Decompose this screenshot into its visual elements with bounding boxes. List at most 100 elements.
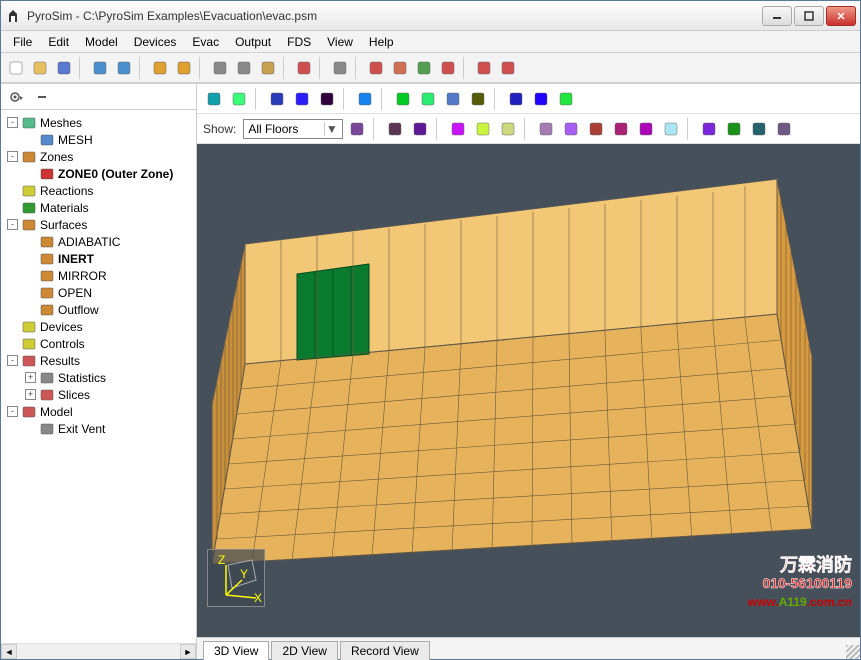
collapse-icon[interactable] bbox=[31, 86, 53, 108]
tab-3d-view[interactable]: 3D View bbox=[203, 641, 269, 660]
tree-item-inert[interactable]: INERT bbox=[3, 250, 194, 267]
target1-icon[interactable] bbox=[505, 88, 527, 110]
menu-help[interactable]: Help bbox=[361, 33, 402, 51]
book-icon[interactable] bbox=[748, 118, 770, 140]
expand-icon[interactable]: - bbox=[7, 117, 18, 128]
tree-item-exit-vent[interactable]: Exit Vent bbox=[3, 420, 194, 437]
tree-item-slices[interactable]: +Slices bbox=[3, 386, 194, 403]
resize-grip[interactable] bbox=[846, 645, 860, 659]
minimize-button[interactable] bbox=[762, 6, 792, 26]
shade3-icon[interactable] bbox=[316, 88, 338, 110]
persp-icon[interactable] bbox=[203, 88, 225, 110]
tree-item-adiabatic[interactable]: ADIABATIC bbox=[3, 233, 194, 250]
tool1-icon[interactable] bbox=[535, 118, 557, 140]
navigation-tree[interactable]: -MeshesMESH-ZonesZONE0 (Outer Zone)React… bbox=[1, 110, 196, 643]
grid2-icon[interactable] bbox=[698, 118, 720, 140]
tree-item-mirror[interactable]: MIRROR bbox=[3, 267, 194, 284]
menu-view[interactable]: View bbox=[319, 33, 361, 51]
save-icon[interactable] bbox=[53, 57, 75, 79]
arrow-icon[interactable] bbox=[354, 88, 376, 110]
scroll-right-icon[interactable]: ► bbox=[180, 644, 196, 659]
separator bbox=[463, 57, 469, 79]
ab-icon[interactable] bbox=[773, 118, 795, 140]
shade2-icon[interactable] bbox=[291, 88, 313, 110]
3d-viewport[interactable]: Z X Y 万霖消防 010-56100119 www.A119.com.cn bbox=[197, 144, 860, 637]
shade1-icon[interactable] bbox=[266, 88, 288, 110]
target3-icon[interactable] bbox=[555, 88, 577, 110]
delete-icon[interactable] bbox=[293, 57, 315, 79]
gear-dropdown-icon[interactable] bbox=[5, 86, 27, 108]
tree-item-results[interactable]: -Results bbox=[3, 352, 194, 369]
menu-devices[interactable]: Devices bbox=[126, 33, 185, 51]
plus-icon[interactable] bbox=[442, 88, 464, 110]
tree-item-meshes[interactable]: -Meshes bbox=[3, 114, 194, 131]
tree-item-model[interactable]: -Model bbox=[3, 403, 194, 420]
cube-a-icon[interactable] bbox=[365, 57, 387, 79]
tool4-icon[interactable] bbox=[610, 118, 632, 140]
color1-icon[interactable] bbox=[384, 118, 406, 140]
floor-selector[interactable]: All Floors ▼ bbox=[243, 119, 343, 139]
copy-icon[interactable] bbox=[233, 57, 255, 79]
box3-icon[interactable] bbox=[497, 118, 519, 140]
tree-item-controls[interactable]: Controls bbox=[3, 335, 194, 352]
box1-icon[interactable] bbox=[447, 118, 469, 140]
tree-item-outflow[interactable]: Outflow bbox=[3, 301, 194, 318]
grid1-icon[interactable] bbox=[346, 118, 368, 140]
menu-file[interactable]: File bbox=[5, 33, 40, 51]
box-icon[interactable] bbox=[329, 57, 351, 79]
tree-item-surfaces[interactable]: -Surfaces bbox=[3, 216, 194, 233]
tree-item-zone0-outer-zone-[interactable]: ZONE0 (Outer Zone) bbox=[3, 165, 194, 182]
expand-icon[interactable]: - bbox=[7, 406, 18, 417]
box2-icon[interactable] bbox=[472, 118, 494, 140]
import-icon[interactable] bbox=[89, 57, 111, 79]
walk-icon[interactable] bbox=[417, 88, 439, 110]
maximize-button[interactable] bbox=[794, 6, 824, 26]
cube-b-icon[interactable] bbox=[389, 57, 411, 79]
new-doc-icon[interactable] bbox=[5, 57, 27, 79]
redo-icon[interactable] bbox=[173, 57, 195, 79]
tool6-icon[interactable] bbox=[660, 118, 682, 140]
tree-item-open[interactable]: OPEN bbox=[3, 284, 194, 301]
export-icon[interactable] bbox=[113, 57, 135, 79]
menu-fds[interactable]: FDS bbox=[279, 33, 319, 51]
tree-item-mesh[interactable]: MESH bbox=[3, 131, 194, 148]
mesh-a-icon[interactable] bbox=[413, 57, 435, 79]
expand-icon[interactable]: - bbox=[7, 151, 18, 162]
cut-icon[interactable] bbox=[209, 57, 231, 79]
tab-2d-view[interactable]: 2D View bbox=[271, 641, 337, 660]
tree-item-reactions[interactable]: Reactions bbox=[3, 182, 194, 199]
shape-b-icon[interactable] bbox=[497, 57, 519, 79]
close-button[interactable] bbox=[826, 6, 856, 26]
menu-evac[interactable]: Evac bbox=[184, 33, 227, 51]
tool5-icon[interactable] bbox=[635, 118, 657, 140]
expand-icon[interactable]: + bbox=[25, 372, 36, 383]
shape-a-icon[interactable] bbox=[473, 57, 495, 79]
tab-record-view[interactable]: Record View bbox=[340, 641, 430, 660]
scroll-left-icon[interactable]: ◄ bbox=[1, 644, 17, 659]
tool3-icon[interactable] bbox=[585, 118, 607, 140]
expand-icon[interactable]: + bbox=[25, 389, 36, 400]
tree-item-statistics[interactable]: +Statistics bbox=[3, 369, 194, 386]
menu-edit[interactable]: Edit bbox=[40, 33, 77, 51]
tree-item-materials[interactable]: Materials bbox=[3, 199, 194, 216]
123-icon[interactable] bbox=[723, 118, 745, 140]
orbit-icon[interactable] bbox=[392, 88, 414, 110]
scroll-track[interactable] bbox=[17, 644, 180, 659]
zoom-icon[interactable] bbox=[467, 88, 489, 110]
open-folder-icon[interactable] bbox=[29, 57, 51, 79]
paste-icon[interactable] bbox=[257, 57, 279, 79]
undo-icon[interactable] bbox=[149, 57, 171, 79]
color2-icon[interactable] bbox=[409, 118, 431, 140]
menu-model[interactable]: Model bbox=[77, 33, 126, 51]
tree-item-zones[interactable]: -Zones bbox=[3, 148, 194, 165]
tool2-icon[interactable] bbox=[560, 118, 582, 140]
axis-gizmo[interactable]: Z X Y bbox=[207, 549, 265, 607]
expand-icon[interactable]: - bbox=[7, 355, 18, 366]
expand-icon[interactable]: - bbox=[7, 219, 18, 230]
target2-icon[interactable] bbox=[530, 88, 552, 110]
wire-icon[interactable] bbox=[228, 88, 250, 110]
sidebar-hscrollbar[interactable]: ◄ ► bbox=[1, 643, 196, 659]
menu-output[interactable]: Output bbox=[227, 33, 279, 51]
mesh-b-icon[interactable] bbox=[437, 57, 459, 79]
tree-item-devices[interactable]: Devices bbox=[3, 318, 194, 335]
